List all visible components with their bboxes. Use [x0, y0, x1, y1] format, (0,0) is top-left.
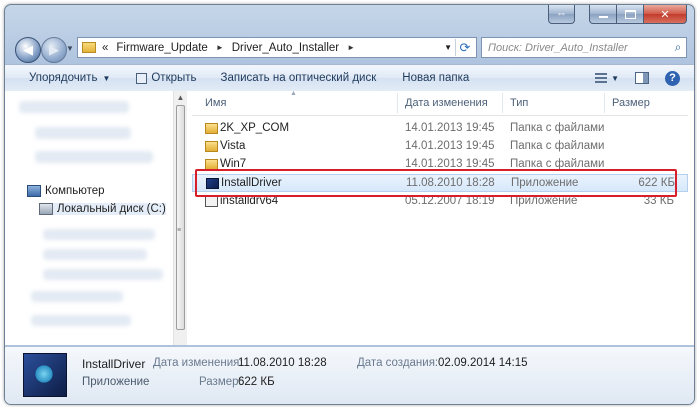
organize-button[interactable]: Упорядочить ▼	[29, 67, 110, 89]
details-file-type: Приложение	[82, 376, 150, 388]
maximize-icon	[624, 9, 636, 19]
folder-icon	[205, 123, 218, 134]
details-file-name: InstallDriver	[82, 357, 146, 371]
column-divider[interactable]	[604, 93, 605, 113]
navigation-bar: ◀ ▶ ▼ « Firmware_Update ► Driver_Auto_In…	[5, 31, 694, 63]
application-icon	[205, 196, 218, 207]
recent-pages-dropdown[interactable]: ▼	[66, 44, 74, 53]
details-size-label: Размер:	[199, 376, 242, 388]
nav-item-computer[interactable]: Компьютер	[27, 185, 105, 197]
highlight-box	[195, 169, 677, 197]
open-label: Открыть	[151, 72, 197, 84]
navigation-pane: Компьютер Локальный диск (C:)	[5, 91, 173, 345]
close-icon: ✕	[660, 8, 670, 21]
blurred-nav-item	[19, 101, 129, 113]
view-controls: ▼ ?	[595, 66, 694, 90]
blurred-nav-item	[43, 269, 163, 280]
file-date: 14.01.2013 19:45	[405, 140, 495, 152]
chevron-down-icon[interactable]: ▼	[611, 74, 619, 83]
blurred-nav-item	[43, 249, 147, 260]
nav-item-local-disk[interactable]: Локальный диск (C:)	[39, 203, 166, 215]
nav-item-label: Локальный диск (C:)	[57, 203, 166, 215]
scrollbar-thumb[interactable]	[176, 105, 185, 330]
file-name: Vista	[220, 140, 246, 152]
blurred-nav-item	[31, 291, 123, 302]
blurred-nav-item	[35, 151, 153, 163]
new-folder-button[interactable]: Новая папка	[402, 67, 469, 89]
file-name: 2K_XP_COM	[220, 122, 290, 134]
file-row[interactable]: Vista 14.01.2013 19:45 Папка с файлами	[192, 138, 688, 156]
forward-button[interactable]: ▶	[41, 37, 67, 63]
command-bar: Упорядочить ▼ Открыть Записать на оптиче…	[5, 64, 694, 92]
sort-ascending-icon: ▲	[290, 90, 297, 97]
close-button[interactable]: ✕	[644, 5, 687, 24]
view-options-icon[interactable]	[595, 73, 608, 83]
new-folder-label: Новая папка	[402, 72, 470, 84]
burn-label: Записать на оптический диск	[220, 72, 377, 84]
column-type[interactable]: Тип	[510, 97, 528, 109]
blurred-nav-item	[31, 315, 131, 326]
burn-button[interactable]: Записать на оптический диск	[221, 67, 377, 89]
arrow-right-icon: ▶	[49, 42, 59, 57]
folder-icon	[205, 141, 218, 152]
preview-pane-icon[interactable]	[635, 72, 649, 84]
column-header-row: ▲ Имя Дата изменения Тип Размер	[192, 90, 688, 116]
arrow-left-icon: ◀	[23, 42, 33, 57]
file-type: Папка с файлами	[510, 140, 605, 152]
address-dropdown-icon[interactable]: ▼	[444, 43, 452, 52]
maximize-button[interactable]	[617, 5, 644, 24]
file-type: Папка с файлами	[510, 122, 605, 134]
details-created-value: 02.09.2014 14:15	[438, 357, 528, 369]
help-icon[interactable]: ?	[665, 70, 680, 86]
chevron-down-icon: ▼	[102, 73, 111, 83]
search-placeholder: Поиск: Driver_Auto_Installer	[488, 41, 628, 54]
breadcrumb-overflow[interactable]: «	[102, 42, 108, 54]
nav-item-label: Компьютер	[45, 185, 105, 197]
drive-icon	[39, 203, 53, 215]
details-modified-label: Дата изменения:	[153, 357, 243, 369]
breadcrumb-driver-auto-installer[interactable]: Driver_Auto_Installer	[232, 42, 339, 54]
file-date: 14.01.2013 19:45	[405, 122, 495, 134]
scroll-up-icon[interactable]: ▲	[174, 91, 187, 105]
minimize-icon	[598, 16, 608, 18]
address-bar[interactable]: « Firmware_Update ► Driver_Auto_Installe…	[77, 37, 477, 58]
content-area: Компьютер Локальный диск (C:) ▲ ≡ ▲ Имя …	[5, 90, 694, 345]
refresh-icon[interactable]: ⟳	[455, 39, 474, 56]
snap-button[interactable]: ⇔	[548, 5, 575, 24]
details-size-value: 622 КБ	[238, 376, 275, 388]
grip-icon: ≡	[177, 227, 182, 234]
blurred-nav-item	[35, 127, 131, 139]
details-created-label: Дата создания:	[357, 357, 439, 369]
explorer-window: ⇔ ✕ ◀ ▶ ▼ « Firmware_Update ► Driver_Aut…	[4, 4, 695, 405]
caption-buttons: ⇔ ✕	[548, 5, 687, 24]
search-box[interactable]: Поиск: Driver_Auto_Installer ⌕	[481, 37, 687, 58]
organize-label: Упорядочить	[29, 72, 98, 84]
navigation-scrollbar[interactable]: ▲ ≡	[173, 91, 187, 345]
column-name[interactable]: Имя	[205, 97, 226, 109]
breadcrumb-firmware-update[interactable]: Firmware_Update	[116, 42, 207, 54]
column-divider[interactable]	[397, 93, 398, 113]
folder-icon	[82, 42, 96, 53]
details-modified-value: 11.08.2010 18:28	[238, 357, 327, 369]
search-icon[interactable]: ⌕	[670, 40, 686, 55]
column-size[interactable]: Размер	[612, 97, 650, 109]
column-date-modified[interactable]: Дата изменения	[405, 97, 488, 109]
details-pane: InstallDriver Приложение Дата изменения:…	[5, 346, 694, 404]
open-button[interactable]: Открыть	[136, 67, 197, 89]
file-row[interactable]: 2K_XP_COM 14.01.2013 19:45 Папка с файла…	[192, 120, 688, 138]
open-icon	[136, 72, 148, 84]
file-list: ▲ Имя Дата изменения Тип Размер 2K_XP_CO…	[192, 90, 694, 345]
breadcrumb-separator-icon[interactable]: ►	[347, 43, 355, 52]
application-icon	[23, 353, 67, 397]
breadcrumb-separator-icon[interactable]: ►	[216, 43, 224, 52]
snap-icon: ⇔	[556, 8, 567, 20]
computer-icon	[27, 185, 41, 197]
column-divider[interactable]	[502, 93, 503, 113]
blurred-nav-item	[43, 229, 155, 240]
back-button[interactable]: ◀	[15, 37, 41, 63]
minimize-button[interactable]	[589, 5, 617, 24]
